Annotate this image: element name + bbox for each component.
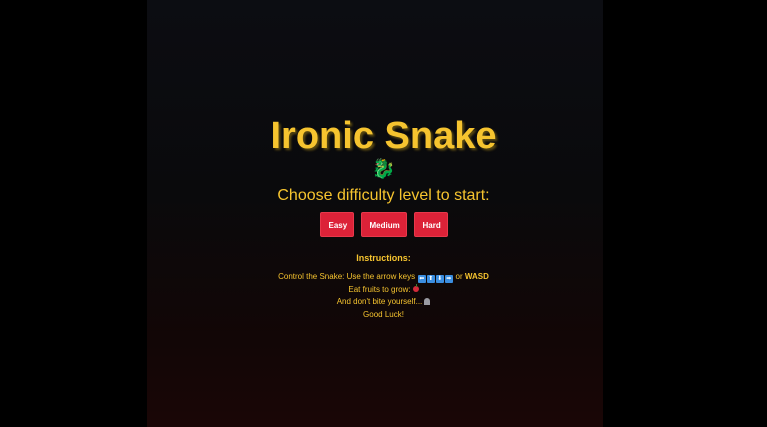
difficulty-buttons: Easy Medium Hard — [0, 212, 767, 237]
instruction-controls: Control the Snake: Use the arrow keys ⬅ ⬆… — [0, 271, 767, 283]
arrow-left-icon: ⬅ — [417, 275, 426, 283]
game-title: Ironic Snake — [270, 115, 497, 157]
arrow-up-icon: ⬆ — [426, 275, 435, 283]
apple-icon — [412, 284, 419, 292]
arrow-down-icon: ⬇ — [435, 275, 444, 283]
start-screen: Ironic Snake 🐉 Choose difficulty level t… — [0, 0, 767, 427]
dragon-icon: 🐉 — [371, 159, 396, 180]
arrow-right-icon: ➡ — [444, 275, 453, 283]
easy-button[interactable]: Easy — [319, 212, 354, 237]
hard-button[interactable]: Hard — [413, 212, 448, 237]
wasd-text: WASD — [464, 272, 489, 281]
medium-button[interactable]: Medium — [360, 212, 407, 237]
difficulty-prompt: Choose difficulty level to start: — [277, 187, 490, 204]
instructions-heading: Instructions: — [356, 253, 411, 263]
tombstone-icon — [424, 298, 431, 305]
fruits-text: Eat fruits to grow: — [348, 285, 411, 294]
instruction-warning: And don't bite yourself... — [0, 296, 767, 307]
or-text: or — [455, 272, 463, 281]
instruction-good-luck: Good Luck! — [363, 310, 404, 319]
controls-text: Control the Snake: Use the arrow keys — [278, 272, 416, 281]
instruction-fruits: Eat fruits to grow: — [0, 284, 767, 295]
warning-text: And don't bite yourself... — [336, 297, 423, 306]
